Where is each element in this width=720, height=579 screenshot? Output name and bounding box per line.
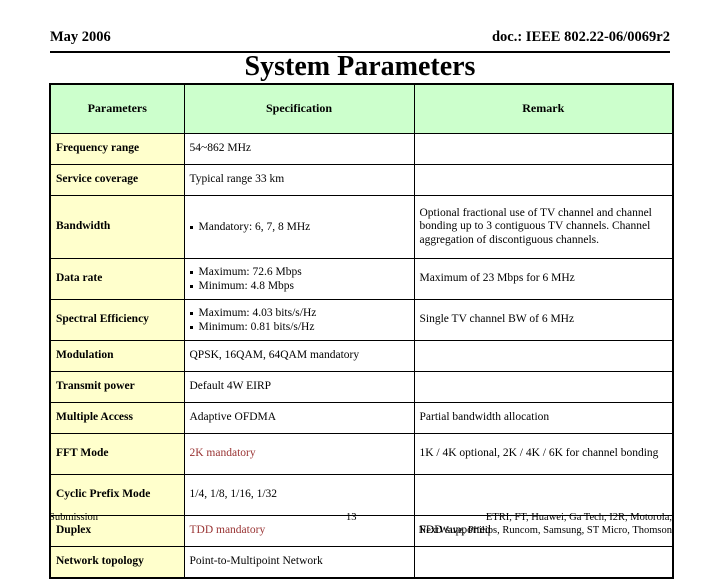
table-row: FFT Mode 2K mandatory 1K / 4K optional, 2K… bbox=[49, 433, 674, 475]
specification-text: 54~862 MHz bbox=[189, 142, 251, 155]
cell-parameter: Transmit power bbox=[49, 371, 185, 403]
cell-parameter: FFT Mode bbox=[49, 433, 185, 475]
specification-bullet-item: Mandatory: 6, 7, 8 MHz bbox=[189, 220, 409, 234]
specification-text: Typical range 33 km bbox=[189, 173, 285, 186]
cell-specification: Mandatory: 6, 7, 8 MHz bbox=[183, 195, 415, 259]
table-row: Transmit power Default 4W EIRP bbox=[49, 371, 674, 403]
table-header: Parameters Specification Remark bbox=[49, 83, 674, 134]
specification-text: QPSK, 16QAM, 64QAM mandatory bbox=[189, 349, 360, 362]
footer-submission-label: Submission bbox=[49, 512, 99, 523]
cell-parameter: Data rate bbox=[49, 258, 185, 300]
table-row: Cyclic Prefix Mode 1/4, 1/8, 1/16, 1/32 bbox=[49, 474, 674, 516]
cell-parameter: Spectral Efficiency bbox=[49, 299, 185, 341]
column-header-parameters: Parameters bbox=[49, 83, 185, 134]
table-row: Data rate Maximum: 72.6 Mbps Minimum: 4.8 … bbox=[49, 258, 674, 300]
cell-specification: QPSK, 16QAM, 64QAM mandatory bbox=[183, 340, 415, 372]
column-header-specification: Specification bbox=[183, 83, 415, 134]
table-row: Multiple Access Adaptive OFDMA Partial ban… bbox=[49, 402, 674, 434]
cell-specification: Point-to-Multipoint Network bbox=[183, 546, 415, 579]
cell-parameter: Bandwidth bbox=[49, 195, 185, 259]
cell-parameter: Modulation bbox=[49, 340, 185, 372]
cell-remark: 1K / 4K optional, 2K / 4K / 6K for chann… bbox=[413, 433, 674, 475]
specification-text: Adaptive OFDMA bbox=[189, 411, 277, 424]
cell-parameter: Cyclic Prefix Mode bbox=[49, 474, 185, 516]
cell-specification: 2K mandatory bbox=[183, 433, 415, 475]
system-parameters-table: Parameters Specification Remark Frequenc… bbox=[49, 83, 674, 579]
cell-remark bbox=[413, 340, 674, 372]
specification-bullet-item: Maximum: 4.03 bits/s/Hz bbox=[189, 306, 409, 320]
cell-specification: Maximum: 4.03 bits/s/Hz Minimum: 0.81 bit… bbox=[183, 299, 415, 341]
footer-affiliations-line-1: ETRI, FT, Huawei, Ga Tech, I2R, Motorola… bbox=[485, 512, 672, 523]
cell-specification: Default 4W EIRP bbox=[183, 371, 415, 403]
footer-affiliations: ETRI, FT, Huawei, Ga Tech, I2R, Motorola… bbox=[419, 512, 672, 537]
header-document-number: doc.: IEEE 802.22-06/0069r2 bbox=[491, 29, 670, 45]
footer-page-number: 13 bbox=[346, 512, 357, 523]
cell-remark bbox=[413, 546, 674, 579]
cell-parameter: Network topology bbox=[49, 546, 185, 579]
table-row: Bandwidth Mandatory: 6, 7, 8 MHz Optional … bbox=[49, 195, 674, 259]
specification-text: 1/4, 1/8, 1/16, 1/32 bbox=[189, 488, 278, 501]
cell-remark bbox=[413, 164, 674, 196]
cell-parameter: Multiple Access bbox=[49, 402, 185, 434]
cell-remark: Partial bandwidth allocation bbox=[413, 402, 674, 434]
specification-bullet-item: Maximum: 72.6 Mbps bbox=[189, 265, 409, 279]
cell-specification: Maximum: 72.6 Mbps Minimum: 4.8 Mbps bbox=[183, 258, 415, 300]
specification-text: 2K mandatory bbox=[189, 447, 256, 460]
table-row: Frequency range 54~862 MHz bbox=[49, 133, 674, 165]
cell-remark: Optional fractional use of TV channel an… bbox=[413, 195, 674, 259]
specification-text: Default 4W EIRP bbox=[189, 380, 272, 393]
cell-specification: Typical range 33 km bbox=[183, 164, 415, 196]
header-date: May 2006 bbox=[50, 29, 111, 45]
specification-text: Point-to-Multipoint Network bbox=[189, 555, 323, 568]
cell-parameter: Frequency range bbox=[49, 133, 185, 165]
table-row: Network topology Point-to-Multipoint Netw… bbox=[49, 546, 674, 579]
cell-parameter: Service coverage bbox=[49, 164, 185, 196]
slide: May 2006 doc.: IEEE 802.22-06/0069r2 Sys… bbox=[0, 0, 720, 579]
system-parameters-table-wrapper: Parameters Specification Remark Frequenc… bbox=[49, 83, 674, 579]
specification-bullet-item: Minimum: 4.8 Mbps bbox=[189, 279, 409, 293]
slide-footer: Submission 13 ETRI, FT, Huawei, Ga Tech,… bbox=[49, 511, 672, 539]
table-row: Service coverage Typical range 33 km bbox=[49, 164, 674, 196]
cell-remark: Maximum of 23 Mbps for 6 MHz bbox=[413, 258, 674, 300]
cell-remark: Single TV channel BW of 6 MHz bbox=[413, 299, 674, 341]
cell-specification: 54~862 MHz bbox=[183, 133, 415, 165]
cell-specification: 1/4, 1/8, 1/16, 1/32 bbox=[183, 474, 415, 516]
table-row: Modulation QPSK, 16QAM, 64QAM mandatory bbox=[49, 340, 674, 372]
cell-specification: Adaptive OFDMA bbox=[183, 402, 415, 434]
specification-bullet-item: Minimum: 0.81 bits/s/Hz bbox=[189, 320, 409, 334]
specification-bullet-list: Mandatory: 6, 7, 8 MHz bbox=[189, 220, 409, 234]
cell-remark bbox=[413, 474, 674, 516]
table-row: Spectral Efficiency Maximum: 4.03 bits/s/… bbox=[49, 299, 674, 341]
cell-remark bbox=[413, 371, 674, 403]
column-header-remark: Remark bbox=[413, 83, 674, 134]
footer-affiliations-line-2: NextWave, Philips, Runcom, Samsung, ST M… bbox=[418, 524, 672, 536]
specification-bullet-list: Maximum: 4.03 bits/s/Hz Minimum: 0.81 bit… bbox=[189, 306, 409, 334]
cell-remark bbox=[413, 133, 674, 165]
specification-bullet-list: Maximum: 72.6 Mbps Minimum: 4.8 Mbps bbox=[189, 265, 409, 293]
page-title: System Parameters bbox=[244, 51, 476, 82]
table-header-row: Parameters Specification Remark bbox=[49, 83, 674, 134]
